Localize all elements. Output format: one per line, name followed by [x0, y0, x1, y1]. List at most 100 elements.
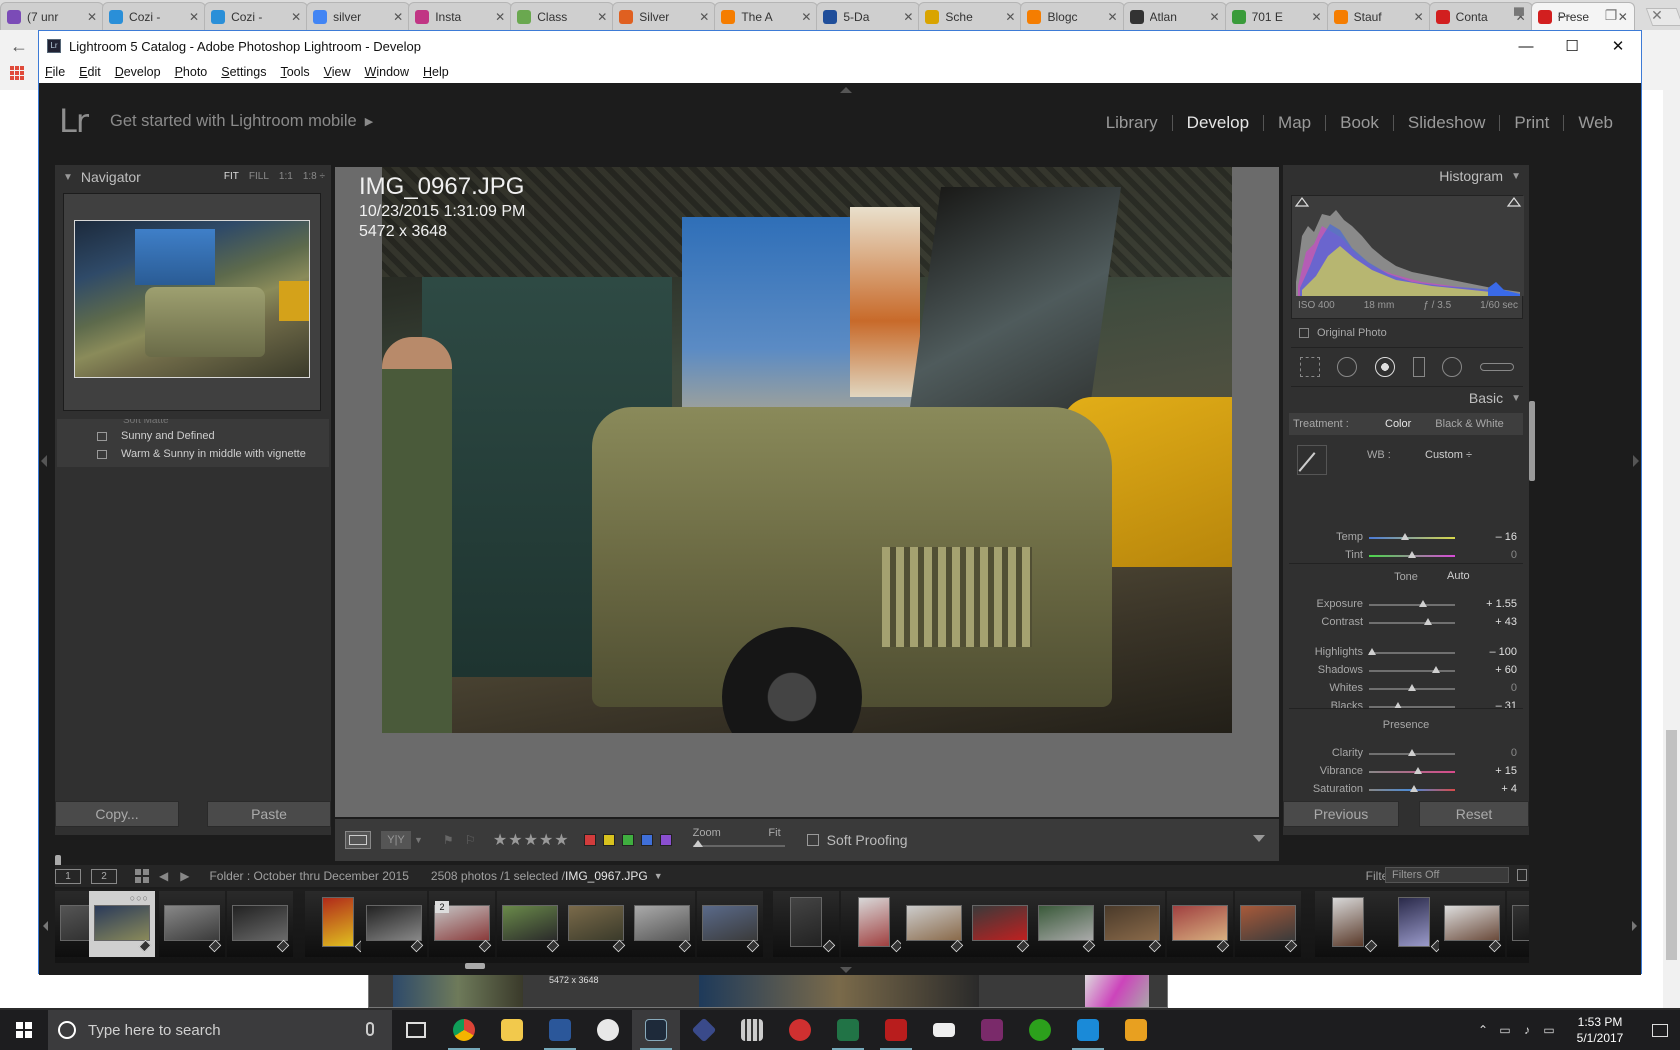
slider-value[interactable]: 0 — [1511, 682, 1517, 694]
original-photo-checkbox[interactable] — [1299, 328, 1309, 338]
tab-close-icon[interactable]: ✕ — [87, 10, 97, 24]
slider-track[interactable] — [1369, 670, 1455, 672]
tab-close-icon[interactable]: ✕ — [189, 10, 199, 24]
blacks-slider[interactable]: Blacks – 31 — [1289, 698, 1523, 716]
app-icon[interactable] — [680, 1010, 728, 1050]
slider-track[interactable] — [1369, 604, 1455, 606]
slider-value[interactable]: – 16 — [1496, 531, 1517, 543]
browser-tab[interactable]: (7 unr ✕ — [0, 2, 105, 30]
menu-tools[interactable]: Tools — [280, 65, 309, 79]
tab-close-icon[interactable]: ✕ — [903, 10, 913, 24]
color-label-swatch[interactable] — [621, 834, 634, 846]
browser-tab[interactable]: Cozi - ✕ — [102, 2, 207, 30]
wb-dropdown[interactable]: Custom ÷ — [1425, 449, 1472, 461]
filter-dropdown[interactable]: Filters Off — [1385, 867, 1509, 883]
histogram-header[interactable]: Histogram ▼ — [1283, 165, 1529, 187]
calculator-icon[interactable] — [728, 1010, 776, 1050]
filmstrip-thumbnail[interactable] — [361, 891, 427, 957]
collapse-triangle-icon[interactable]: ▼ — [1511, 171, 1521, 182]
soft-proofing-checkbox[interactable] — [806, 834, 819, 846]
tab-close-icon[interactable]: ✕ — [699, 10, 709, 24]
loupe-view-button[interactable] — [345, 831, 371, 849]
mail-icon[interactable] — [920, 1010, 968, 1050]
saturation-slider[interactable]: Saturation + 4 — [1289, 781, 1523, 799]
arrow-left-icon[interactable]: ◀ — [159, 869, 168, 883]
tab-close-icon[interactable]: ✕ — [1312, 10, 1322, 24]
network-icon[interactable]: ▭ — [1494, 1023, 1516, 1037]
filmstrip-thumbnail[interactable] — [1033, 891, 1099, 957]
browser-tab[interactable]: The A ✕ — [714, 2, 819, 30]
soft-proofing-toggle[interactable]: Soft Proofing — [806, 832, 908, 848]
main-monitor-button[interactable]: 1 — [55, 868, 81, 884]
tab-close-icon[interactable]: ✕ — [597, 10, 607, 24]
tab-close-icon[interactable]: ✕ — [1414, 10, 1424, 24]
module-print[interactable]: Print — [1499, 114, 1563, 131]
top-panel-toggle-icon[interactable] — [840, 87, 852, 93]
browser-tab[interactable]: Atlan ✕ — [1122, 2, 1227, 30]
chrome-icon[interactable] — [440, 1010, 488, 1050]
filmstrip-thumbnail[interactable]: ○○○ — [89, 891, 155, 957]
navigator-zoom-option[interactable]: FILL — [249, 171, 269, 182]
menu-settings[interactable]: Settings — [221, 65, 266, 79]
filmstrip-thumbnail[interactable] — [1507, 891, 1529, 957]
lightroom-taskbar-icon[interactable] — [632, 1010, 680, 1050]
slider-value[interactable]: + 1.55 — [1486, 598, 1517, 610]
preset-item[interactable]: Warm & Sunny in middle with vignette — [57, 445, 329, 463]
app-icon[interactable] — [1064, 1010, 1112, 1050]
filmstrip-thumbnail[interactable] — [773, 891, 839, 957]
play-arrow-icon[interactable]: ▶ — [365, 115, 373, 128]
slider-value[interactable]: 0 — [1511, 549, 1517, 561]
excel-icon[interactable] — [824, 1010, 872, 1050]
browser-scrollbar[interactable] — [1663, 90, 1680, 1008]
browser-scroll-thumb[interactable] — [1666, 730, 1677, 960]
adjustment-brush-icon[interactable] — [1480, 363, 1515, 371]
menu-edit[interactable]: Edit — [79, 65, 101, 79]
browser-tab[interactable]: Blogc ✕ — [1020, 2, 1125, 30]
slider-track[interactable] — [1369, 537, 1455, 539]
browser-tab[interactable]: Sche ✕ — [918, 2, 1023, 30]
slider-value[interactable]: – 100 — [1489, 646, 1517, 658]
file-explorer-icon[interactable] — [488, 1010, 536, 1050]
browser-back-icon[interactable]: ← — [10, 36, 28, 57]
slider-knob[interactable] — [1401, 533, 1410, 540]
slider-value[interactable]: + 4 — [1501, 783, 1517, 795]
whites-slider[interactable]: Whites 0 — [1289, 680, 1523, 698]
menu-file[interactable]: File — [45, 65, 65, 79]
reject-flag-icon[interactable]: ⚐ — [465, 833, 477, 847]
zoom-slider-track[interactable] — [692, 845, 785, 847]
app-icon[interactable] — [1112, 1010, 1160, 1050]
browser-tab[interactable]: Silver ✕ — [612, 2, 717, 30]
radial-filter-icon[interactable] — [1442, 357, 1463, 377]
color-label-swatch[interactable] — [602, 834, 615, 846]
slider-knob[interactable] — [1408, 749, 1416, 756]
filmstrip-scroll-thumb[interactable] — [465, 963, 485, 969]
filmstrip-right-icon[interactable] — [1632, 921, 1637, 931]
slider-track[interactable] — [1369, 652, 1455, 654]
browser-tab[interactable]: Cozi - ✕ — [204, 2, 309, 30]
menu-photo[interactable]: Photo — [175, 65, 208, 79]
navigator-zoom-option[interactable]: FIT — [224, 171, 239, 182]
tab-close-icon[interactable]: ✕ — [1210, 10, 1220, 24]
collapse-triangle-icon[interactable]: ▼ — [1511, 393, 1521, 404]
module-develop[interactable]: Develop — [1171, 114, 1263, 131]
reset-button[interactable]: Reset — [1419, 801, 1529, 827]
browser-restore-icon[interactable]: ❐ — [1588, 0, 1634, 30]
before-after-button[interactable]: Y|Y — [381, 831, 411, 849]
treatment-black-white[interactable]: Black & White — [1435, 418, 1503, 430]
filmstrip-thumbnail[interactable] — [629, 891, 695, 957]
filmstrip-thumbnail[interactable] — [563, 891, 629, 957]
previous-button[interactable]: Previous — [1283, 801, 1399, 827]
chevron-down-icon[interactable]: ▼ — [414, 835, 423, 845]
vibrance-slider[interactable]: Vibrance + 15 — [1289, 763, 1523, 781]
filmstrip-thumbnail[interactable] — [697, 891, 763, 957]
right-panel-scroll-thumb[interactable] — [1529, 401, 1535, 481]
menu-view[interactable]: View — [324, 65, 351, 79]
shadows-slider[interactable]: Shadows + 60 — [1289, 662, 1523, 680]
slider-knob[interactable] — [1419, 600, 1428, 607]
task-view-icon[interactable] — [392, 1010, 440, 1050]
itunes-icon[interactable] — [584, 1010, 632, 1050]
color-label-swatch[interactable] — [640, 834, 653, 846]
arrow-right-icon[interactable]: ▶ — [180, 869, 189, 883]
slider-value[interactable]: – 31 — [1496, 700, 1517, 712]
clock[interactable]: 1:53 PM 5/1/2017 — [1560, 1014, 1640, 1046]
